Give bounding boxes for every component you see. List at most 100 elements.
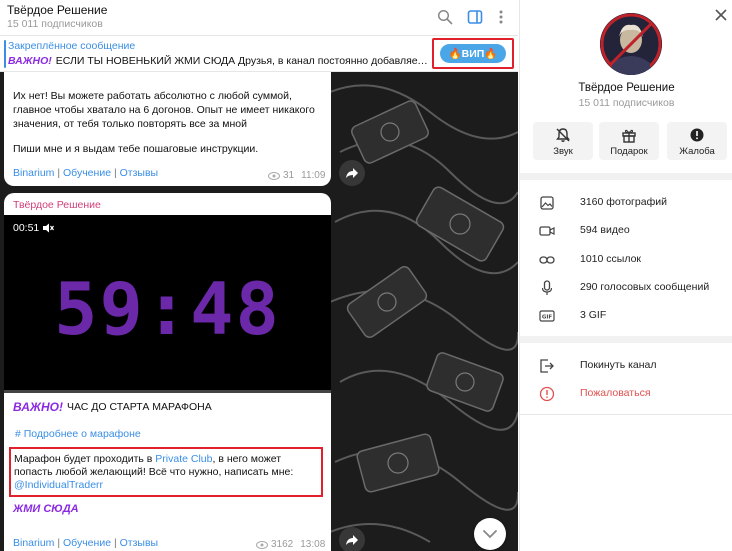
message-meta: 3162 13:08 xyxy=(256,539,325,550)
media-label: 1010 ссылок xyxy=(580,253,642,265)
video-duration-text: 00:51 xyxy=(13,222,40,234)
gift-icon xyxy=(622,129,636,143)
scroll-down-button[interactable] xyxy=(474,518,506,550)
view-count: 31 xyxy=(283,170,295,181)
video-icon xyxy=(539,223,555,239)
gift-label: Подарок xyxy=(610,146,648,157)
share-button[interactable] xyxy=(339,527,365,551)
pinned-preview-text: ЕСЛИ ТЫ НОВЕНЬКИЙ ЖМИ СЮДА Друзья, в кан… xyxy=(55,55,428,67)
share-icon xyxy=(346,168,358,178)
media-row-photos[interactable]: 3160 фотографий xyxy=(520,188,732,216)
section-divider xyxy=(520,414,732,415)
pinned-indicator xyxy=(4,40,6,68)
message-text: Пиши мне и я выдам тебе пошаговые инстру… xyxy=(13,143,259,155)
chat-header[interactable]: Твёрдое Решение 15 011 подписчиков xyxy=(0,0,518,36)
eye-icon xyxy=(256,540,268,549)
report-button[interactable]: Жалоба xyxy=(667,122,727,160)
body-text: Марафон будет проходить в xyxy=(14,453,156,465)
eye-icon xyxy=(268,171,280,180)
report-label: Жалоба xyxy=(679,146,715,157)
svg-text:GIF: GIF xyxy=(542,315,553,321)
chat-background: Их нет! Вы можете работать абсолютно с л… xyxy=(0,72,518,551)
view-count: 3162 xyxy=(271,539,294,550)
sidebar-toggle-icon[interactable] xyxy=(466,8,484,26)
media-row-videos[interactable]: 594 видео xyxy=(520,216,732,244)
video-player[interactable]: 00:51 59:48 xyxy=(4,215,331,393)
link-reviews[interactable]: Отзывы xyxy=(120,167,158,179)
channel-subscribers: 15 011 подписчиков xyxy=(7,18,103,30)
gif-icon: GIF xyxy=(539,308,555,324)
leave-icon xyxy=(539,358,555,374)
message-heading: ВАЖНО! ЧАС ДО СТАРТА МАРАФОНА xyxy=(13,400,212,414)
link-separator: | xyxy=(57,167,61,179)
media-label: 3160 фотографий xyxy=(580,196,667,208)
leave-channel-label: Покинуть канал xyxy=(580,359,657,371)
mute-button[interactable]: Звук xyxy=(533,122,593,160)
link-training[interactable]: Обучение xyxy=(63,537,111,549)
chat-column: Твёрдое Решение 15 011 подписчиков Закре… xyxy=(0,0,518,551)
section-divider xyxy=(520,173,732,180)
media-label: 290 голосовых сообщений xyxy=(580,281,710,293)
media-label: 3 GIF xyxy=(580,309,607,321)
pinned-preview: ВАЖНО! ЕСЛИ ТЫ НОВЕНЬКИЙ ЖМИ СЮДА Друзья,… xyxy=(8,55,428,67)
share-button[interactable] xyxy=(339,160,365,186)
link-separator: | xyxy=(113,167,117,179)
message-bubble[interactable]: Твёрдое Решение 00:51 59:48 ВАЖНО! ЧАС Д… xyxy=(4,193,331,551)
link-binarium[interactable]: Binarium xyxy=(13,167,54,179)
message-body: Марафон будет проходить в Private Club, … xyxy=(14,453,320,492)
bell-muted-icon xyxy=(556,128,570,142)
panel-channel-title: Твёрдое Решение xyxy=(578,82,675,94)
link-binarium[interactable]: Binarium xyxy=(13,537,54,549)
private-club-link[interactable]: Private Club xyxy=(155,453,212,465)
more-vertical-icon[interactable] xyxy=(492,8,510,26)
link-reviews[interactable]: Отзывы xyxy=(120,537,158,549)
channel-info-panel: Твёрдое Решение 15 011 подписчиков Звук … xyxy=(519,0,732,551)
media-row-voice[interactable]: 290 голосовых сообщений xyxy=(520,273,732,301)
share-icon xyxy=(346,535,358,545)
panel-subscribers: 15 011 подписчиков xyxy=(578,97,675,109)
important-badge: ВАЖНО! xyxy=(13,400,63,414)
countdown-timer: 59:48 xyxy=(54,267,281,351)
heading-text: ЧАС ДО СТАРТА МАРАФОНА xyxy=(67,401,212,413)
leave-channel-row[interactable]: Покинуть канал xyxy=(520,351,732,379)
gift-button[interactable]: Подарок xyxy=(599,122,659,160)
video-progress-bar[interactable] xyxy=(4,390,331,393)
message-bubble[interactable]: Их нет! Вы можете работать абсолютно с л… xyxy=(4,72,331,186)
hashtag-link[interactable]: # Подробнее о марафоне xyxy=(15,428,141,440)
vip-button[interactable]: 🔥ВИП🔥 xyxy=(440,44,506,63)
link-separator: | xyxy=(113,537,117,549)
muted-speaker-icon[interactable] xyxy=(42,223,55,233)
media-row-gif[interactable]: GIF 3 GIF xyxy=(520,301,732,329)
important-badge: ВАЖНО! xyxy=(8,55,52,67)
search-icon[interactable] xyxy=(436,8,454,26)
warning-icon xyxy=(539,386,555,402)
microphone-icon xyxy=(539,280,555,296)
media-row-links[interactable]: 1010 ссылок xyxy=(520,245,732,273)
link-icon xyxy=(539,252,555,268)
report-icon xyxy=(690,128,704,142)
message-time: 11:09 xyxy=(301,170,326,181)
photo-icon xyxy=(539,195,555,211)
media-label: 594 видео xyxy=(580,224,630,236)
chevron-down-icon xyxy=(483,529,497,538)
section-divider xyxy=(520,336,732,343)
pinned-message[interactable]: Закреплённое сообщение ВАЖНО! ЕСЛИ ТЫ НОВ… xyxy=(0,36,518,72)
message-links: Binarium | Обучение | Отзывы xyxy=(13,167,158,179)
contact-handle-link[interactable]: @IndividualTraderr xyxy=(14,479,103,491)
report-channel-label: Пожаловаться xyxy=(580,387,651,399)
mute-label: Звук xyxy=(553,146,573,157)
message-author[interactable]: Твёрдое Решение xyxy=(13,199,101,211)
channel-title[interactable]: Твёрдое Решение xyxy=(7,3,107,17)
video-duration: 00:51 xyxy=(13,222,55,234)
pinned-label: Закреплённое сообщение xyxy=(8,40,136,52)
message-meta: 31 11:09 xyxy=(268,170,325,181)
report-channel-row[interactable]: Пожаловаться xyxy=(520,379,732,407)
close-icon[interactable] xyxy=(714,8,728,22)
message-time: 13:08 xyxy=(300,539,326,550)
avatar[interactable] xyxy=(600,13,662,75)
click-here-sticker[interactable]: ЖМИ СЮДА xyxy=(13,503,79,515)
vip-highlight-box: 🔥ВИП🔥 xyxy=(432,38,514,69)
link-separator: | xyxy=(57,537,61,549)
highlighted-body-box: Марафон будет проходить в Private Club, … xyxy=(9,447,323,497)
link-training[interactable]: Обучение xyxy=(63,167,111,179)
